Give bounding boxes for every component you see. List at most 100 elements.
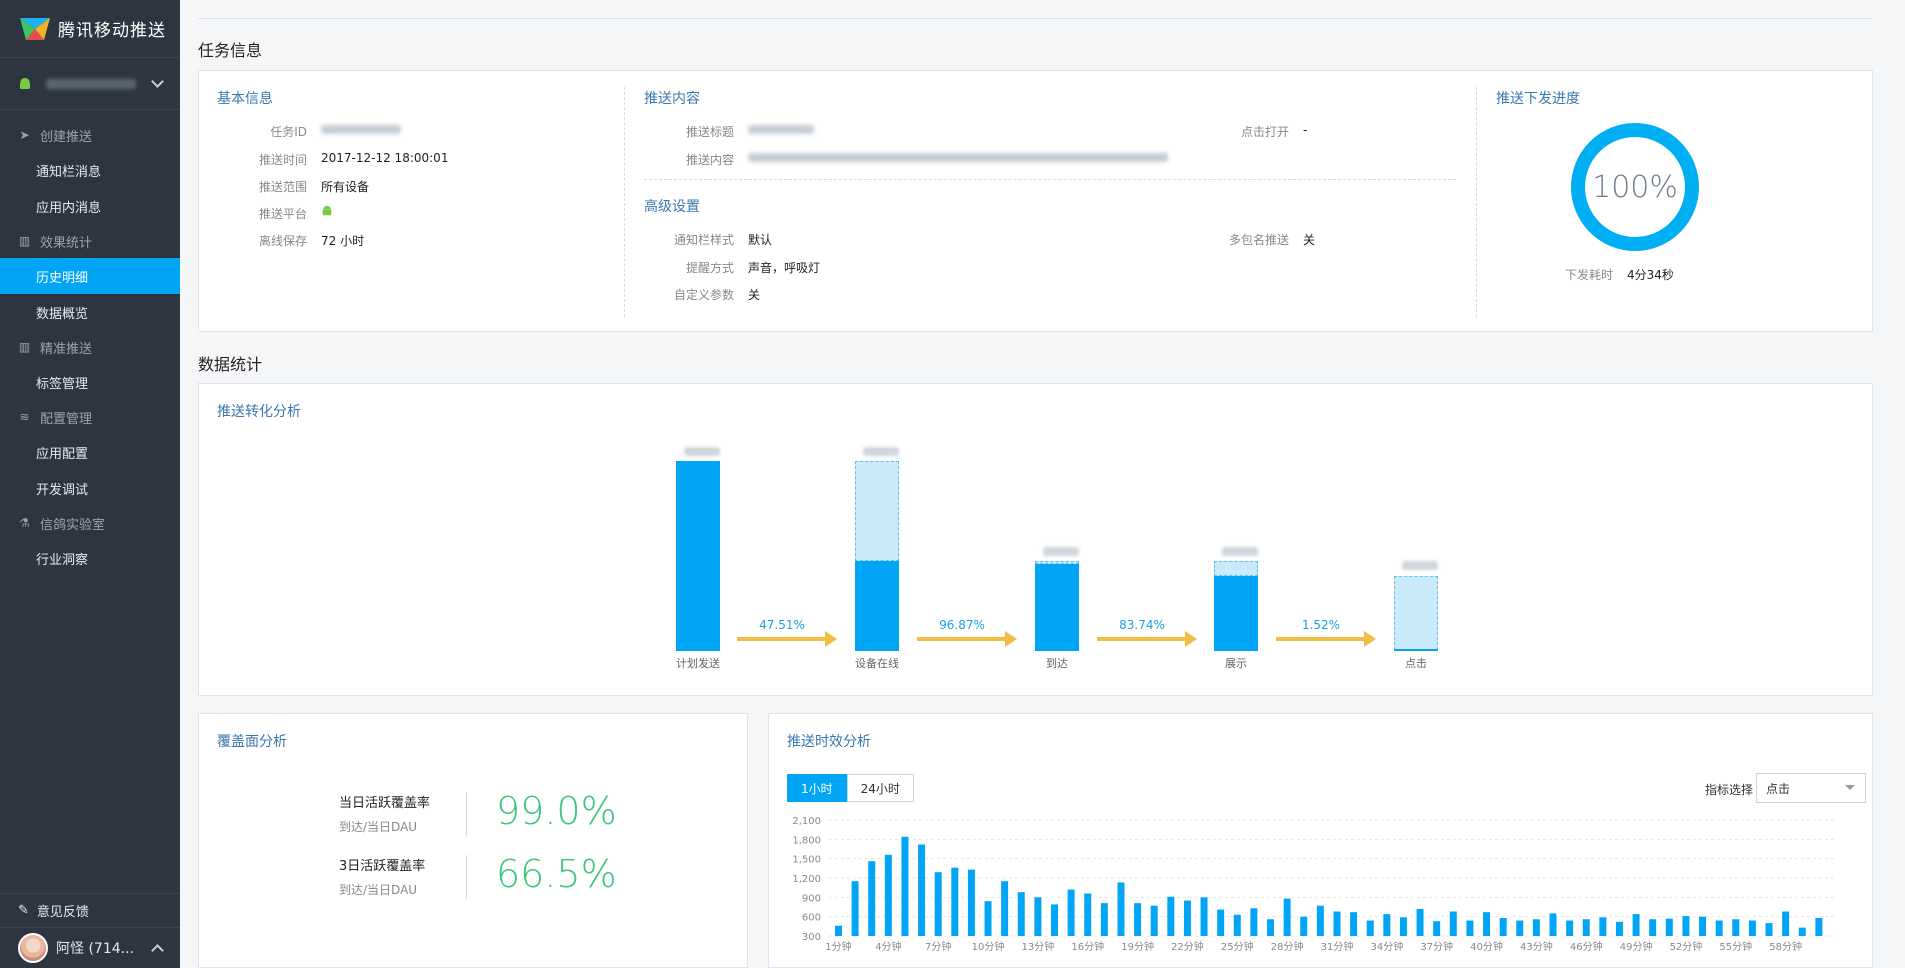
task-id-blurred bbox=[321, 123, 401, 140]
chart-bar bbox=[1815, 917, 1823, 936]
group-title-label: 信鸽实验室 bbox=[40, 517, 106, 533]
timing-tabs: 1小时 24小时 bbox=[787, 774, 914, 802]
kv-key: 提醒方式 bbox=[685, 261, 734, 275]
kv-key: 任务ID bbox=[270, 125, 307, 139]
divider bbox=[1476, 87, 1477, 317]
x-tick-label: 46分钟 bbox=[1570, 940, 1603, 953]
user-name: 阿怪 (714... bbox=[56, 941, 134, 957]
chart-bar bbox=[1383, 914, 1391, 936]
funnel-value-blurred bbox=[1402, 561, 1438, 570]
x-tick-label: 4分钟 bbox=[875, 940, 901, 953]
chart-bar bbox=[1051, 904, 1058, 936]
x-tick-label: 25分钟 bbox=[1221, 940, 1254, 953]
x-tick-label: 22分钟 bbox=[1171, 940, 1204, 953]
chart-bar bbox=[1316, 905, 1324, 936]
app-name-blurred bbox=[46, 78, 136, 89]
group-title-label: 配置管理 bbox=[40, 411, 93, 427]
timing-card: 推送时效分析 1小时 24小时 指标选择 点击 2,100 1,800 1,500 1… bbox=[768, 713, 1873, 968]
chart-bar bbox=[1499, 917, 1507, 936]
chevron-down-icon[interactable] bbox=[151, 74, 164, 88]
advanced-title: 高级设置 bbox=[644, 199, 700, 215]
feedback-label: 意见反馈 bbox=[36, 905, 89, 920]
menu-item-overview[interactable]: 数据概览 bbox=[0, 294, 180, 330]
android-icon bbox=[322, 205, 332, 216]
x-tick-label: 40分钟 bbox=[1470, 940, 1503, 953]
menu-item-notification[interactable]: 通知栏消息 bbox=[0, 152, 180, 188]
metric-select-value: 点击 bbox=[1766, 781, 1791, 796]
chart-bar bbox=[884, 854, 892, 936]
chart-bar bbox=[1665, 918, 1673, 936]
kv-value: 4分34秒 bbox=[1627, 268, 1674, 282]
funnel-rate: 96.87% bbox=[939, 618, 985, 632]
kv-offline: 离线保存 72 小时 bbox=[217, 232, 364, 249]
chart-bar bbox=[1483, 912, 1491, 936]
kv-custom: 自定义参数关 bbox=[644, 286, 760, 303]
kv-key: 推送范围 bbox=[258, 180, 307, 194]
kv-value: 关 bbox=[1303, 233, 1316, 247]
chart-bar bbox=[1798, 927, 1806, 936]
chevron-up-icon[interactable] bbox=[151, 944, 164, 957]
chart-bar bbox=[1782, 911, 1790, 936]
bar-chart-icon: ▥ bbox=[18, 234, 31, 248]
chart-bar bbox=[951, 867, 959, 936]
x-tick-label: 7分钟 bbox=[925, 940, 951, 953]
menu-item-debug[interactable]: 开发调试 bbox=[0, 470, 180, 506]
arrow-icon bbox=[1276, 631, 1376, 647]
chart-bar bbox=[1067, 889, 1075, 936]
user-menu[interactable]: 阿怪 (714... bbox=[0, 927, 180, 968]
x-tick-label: 34分钟 bbox=[1370, 940, 1403, 953]
y-tick-label: 600 bbox=[802, 913, 821, 924]
chart-bar bbox=[1699, 916, 1707, 936]
y-tick-label: 300 bbox=[802, 932, 821, 943]
funnel-ghost-online bbox=[855, 461, 899, 561]
chart-bar bbox=[1084, 893, 1092, 936]
kv-key: 推送时间 bbox=[258, 153, 307, 167]
coverage-label: 当日活跃覆盖率 bbox=[339, 796, 431, 811]
x-tick-label: 43分钟 bbox=[1520, 940, 1553, 953]
kv-duration: 下发耗时 4分34秒 bbox=[1565, 266, 1674, 283]
chart-bar bbox=[1516, 920, 1524, 936]
funnel-rate: 1.52% bbox=[1301, 618, 1341, 632]
platform-value bbox=[321, 205, 333, 222]
chart-bar bbox=[967, 869, 975, 936]
x-tick-label: 52分钟 bbox=[1670, 940, 1703, 953]
app-selector[interactable] bbox=[0, 58, 180, 110]
menu-item-insight[interactable]: 行业洞察 bbox=[0, 540, 180, 576]
tab-1-hour[interactable]: 1小时 bbox=[787, 774, 847, 802]
funnel-label: 到达 bbox=[1046, 657, 1068, 670]
group-title-label: 创建推送 bbox=[40, 129, 93, 145]
chart-bar bbox=[1233, 914, 1241, 936]
y-tick-label: 2,100 bbox=[792, 816, 821, 827]
divider bbox=[624, 87, 625, 317]
menu-group-lab: ⚗ 信鸽实验室 bbox=[0, 506, 180, 540]
funnel-value-blurred bbox=[684, 447, 720, 456]
coverage-sub: 到达/当日DAU bbox=[339, 883, 418, 897]
menu-item-tags[interactable]: 标签管理 bbox=[0, 364, 180, 400]
chart-bar bbox=[835, 925, 842, 936]
chart-bar bbox=[1183, 900, 1191, 936]
menu-item-app-config[interactable]: 应用配置 bbox=[0, 434, 180, 470]
chart-bar bbox=[1682, 916, 1690, 936]
logo[interactable]: 腾讯移动推送 bbox=[0, 0, 180, 58]
timing-bar-chart: 2,100 1,800 1,500 1,200 900 600 300 1分钟 4分钟 7分钟 10… bbox=[792, 816, 1834, 953]
kv-key: 点击打开 bbox=[1240, 125, 1289, 139]
funnel-value-blurred bbox=[863, 447, 899, 456]
kv-key: 推送标题 bbox=[685, 125, 734, 139]
menu-group-stats: ▥ 效果统计 bbox=[0, 224, 180, 258]
metric-select[interactable]: 点击 bbox=[1756, 773, 1866, 803]
coverage-value: 66.5% bbox=[496, 852, 617, 896]
kv-key: 推送内容 bbox=[685, 153, 734, 167]
menu-item-history[interactable]: 历史明细 bbox=[0, 258, 180, 294]
chart-bar bbox=[1200, 897, 1208, 936]
chart-bar bbox=[1117, 882, 1125, 936]
bar-chart-icon: ▥ bbox=[18, 340, 31, 354]
menu-item-in-app[interactable]: 应用内消息 bbox=[0, 188, 180, 224]
chart-bar bbox=[1283, 898, 1291, 936]
chart-bar bbox=[1549, 913, 1557, 936]
feedback-button[interactable]: ✎ 意见反馈 bbox=[0, 893, 180, 927]
funnel-value-blurred bbox=[1043, 547, 1079, 556]
kv-value: 72 小时 bbox=[321, 234, 365, 248]
arrow-icon bbox=[1097, 631, 1197, 647]
tab-24-hours[interactable]: 24小时 bbox=[846, 774, 914, 802]
x-tick-label: 19分钟 bbox=[1121, 940, 1154, 953]
